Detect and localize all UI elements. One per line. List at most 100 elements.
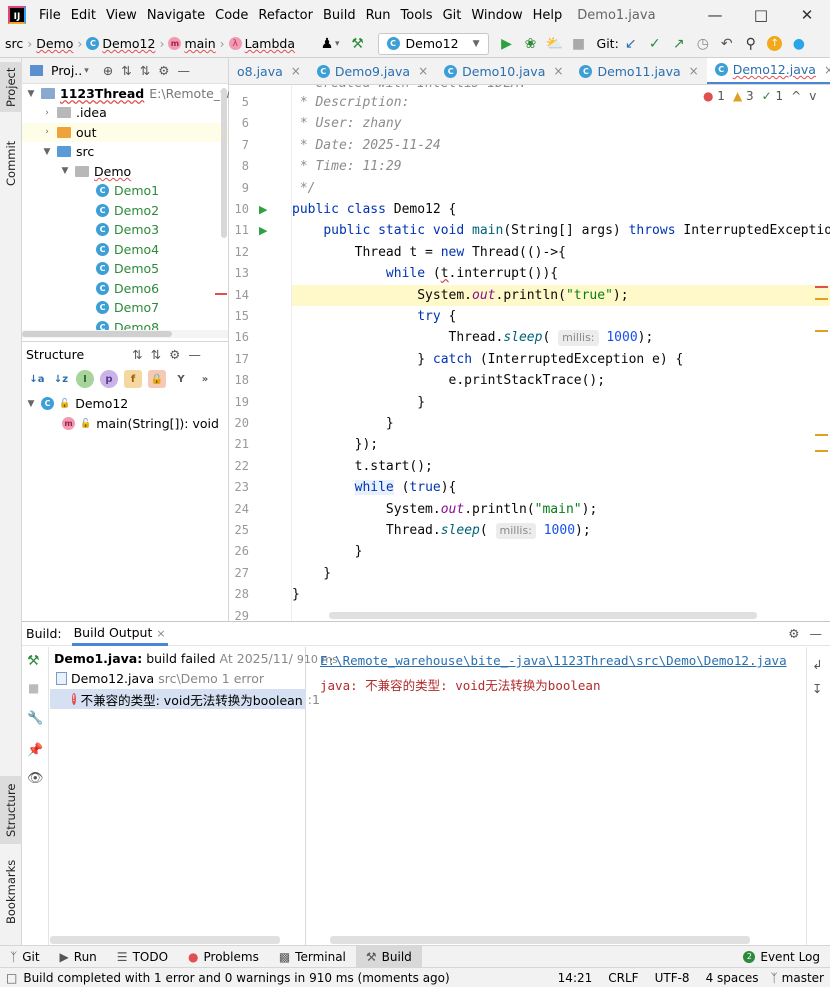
- show-non-public-icon[interactable]: 🔒: [148, 370, 166, 388]
- close-icon[interactable]: ×: [156, 627, 165, 640]
- menu-file[interactable]: File: [34, 8, 66, 23]
- status-toggle-icon[interactable]: □: [0, 971, 23, 985]
- collapse-all-icon[interactable]: ⇅: [151, 347, 161, 362]
- error-stripe-marker[interactable]: [815, 286, 828, 288]
- structure-method-node[interactable]: m 🔓 main(String[]): void: [62, 414, 219, 434]
- pin-icon[interactable]: 📌: [27, 743, 43, 758]
- bottom-tab-git[interactable]: ᛉ Git: [0, 946, 50, 968]
- tree-item-root[interactable]: ▼ 1123Thread E:\Remote_ware: [26, 84, 251, 104]
- git-branch[interactable]: master: [782, 971, 830, 985]
- wrench-icon[interactable]: 🔧: [27, 711, 43, 726]
- gear-icon[interactable]: ⚙: [158, 63, 169, 78]
- git-update-icon[interactable]: ↙: [619, 32, 643, 56]
- warning-stripe-marker[interactable]: [815, 434, 828, 436]
- tab-demo11[interactable]: C Demo11.java ×: [571, 58, 706, 84]
- gear-icon[interactable]: ⚙: [169, 347, 180, 362]
- more-options-icon[interactable]: »: [196, 370, 214, 388]
- vertical-scrollbar-thumb[interactable]: [221, 88, 227, 238]
- line-separator[interactable]: CRLF: [600, 971, 646, 985]
- menu-help[interactable]: Help: [528, 8, 568, 23]
- bottom-tab-run[interactable]: ▶ Run: [50, 946, 107, 968]
- bottom-tab-todo[interactable]: ☰ TODO: [107, 946, 178, 968]
- minimize-button[interactable]: —: [692, 0, 738, 30]
- tree-item-class[interactable]: C Demo3: [96, 220, 159, 240]
- build-console[interactable]: E:\Remote_warehouse\bite_-java\1123Threa…: [320, 647, 806, 946]
- run-gutter-icon[interactable]: ▶: [259, 224, 267, 237]
- tab-build-output[interactable]: Build Output ×: [71, 622, 168, 646]
- structure-class-node[interactable]: ▼ C 🔓 Demo12: [26, 394, 129, 414]
- bottom-tab-terminal[interactable]: ▩ Terminal: [269, 946, 356, 968]
- gear-icon[interactable]: ⚙: [788, 626, 799, 641]
- tree-item-idea[interactable]: › .idea: [42, 103, 107, 123]
- build-file-row[interactable]: Demo12.java src\Demo 1 error: [56, 671, 264, 686]
- sort-alpha-icon[interactable]: ↓z: [52, 370, 70, 388]
- updates-icon[interactable]: ↑: [763, 32, 787, 56]
- side-tab-bookmarks[interactable]: Bookmarks: [0, 856, 22, 928]
- event-log-button[interactable]: 2 Event Log: [733, 946, 830, 968]
- warning-stripe-marker[interactable]: [815, 298, 828, 300]
- menu-tools[interactable]: Tools: [396, 8, 438, 23]
- error-file-link[interactable]: E:\Remote_warehouse\bite_-java\1123Threa…: [320, 653, 787, 668]
- debug-icon[interactable]: ❀: [519, 32, 543, 56]
- warning-stripe-marker[interactable]: [815, 450, 828, 452]
- caret-position[interactable]: 14:21: [550, 971, 601, 985]
- scrollbar-thumb[interactable]: [22, 331, 172, 337]
- chevron-down-icon[interactable]: ▾: [84, 66, 89, 76]
- hide-icon[interactable]: —: [810, 626, 823, 641]
- breadcrumb-demo12[interactable]: C Demo12: [84, 36, 157, 51]
- menu-build[interactable]: Build: [318, 8, 361, 23]
- expand-all-icon[interactable]: ⇅: [121, 63, 131, 78]
- close-icon[interactable]: ×: [553, 64, 563, 78]
- side-tab-project[interactable]: Project: [0, 62, 22, 112]
- build-hammer-icon[interactable]: ⚒: [346, 32, 370, 56]
- rollback-icon[interactable]: ↶: [715, 32, 739, 56]
- run-gutter-icon[interactable]: ▶: [259, 203, 267, 216]
- status-message[interactable]: Build completed with 1 error and 0 warni…: [23, 971, 449, 985]
- tree-item-class[interactable]: C Demo1: [96, 181, 159, 201]
- stop-icon[interactable]: ■: [567, 32, 591, 56]
- eye-icon[interactable]: 👁: [27, 771, 44, 786]
- breadcrumb-src[interactable]: src: [3, 36, 25, 51]
- run-configuration-select[interactable]: C Demo12 ▼: [377, 32, 489, 55]
- tab-demo12[interactable]: CDemo12.java×: [706, 58, 830, 84]
- menu-view[interactable]: View: [101, 8, 142, 23]
- build-hammer-icon[interactable]: ⚒: [27, 653, 40, 669]
- jetbrains-toolbox-icon[interactable]: ●: [787, 32, 811, 56]
- maximize-button[interactable]: □: [738, 0, 784, 30]
- bottom-tab-build[interactable]: ⚒ Build: [355, 945, 422, 968]
- breadcrumb-lambda[interactable]: λ Lambda: [227, 36, 297, 51]
- coverage-icon[interactable]: ⛅: [543, 32, 567, 56]
- menu-code[interactable]: Code: [210, 8, 253, 23]
- build-error-row[interactable]: ! 不兼容的类型: void无法转换为boolean:1: [50, 689, 320, 709]
- code-area[interactable]: * Created with IntelliJ IDEA. * Descript…: [292, 85, 830, 621]
- menu-edit[interactable]: Edit: [66, 8, 101, 23]
- git-history-icon[interactable]: ◷: [691, 32, 715, 56]
- tree-item-demo[interactable]: ▼ Demo: [60, 162, 132, 182]
- expand-all-icon[interactable]: ⇅: [132, 347, 142, 362]
- tab-demo8[interactable]: o8.java ×: [229, 58, 309, 84]
- git-push-icon[interactable]: ↗: [667, 32, 691, 56]
- user-dropdown-chevron-icon[interactable]: ▾: [335, 39, 340, 49]
- horizontal-scrollbar-thumb[interactable]: [329, 612, 757, 619]
- menu-run[interactable]: Run: [361, 8, 396, 23]
- tree-item-src[interactable]: ▼ src: [42, 142, 95, 162]
- scroll-to-end-icon[interactable]: ↧: [812, 681, 822, 696]
- indent-setting[interactable]: 4 spaces: [698, 971, 767, 985]
- horizontal-scrollbar[interactable]: [22, 330, 228, 338]
- hide-icon[interactable]: —: [188, 347, 201, 362]
- horizontal-scrollbar-thumb[interactable]: [50, 936, 280, 944]
- horizontal-scrollbar-thumb[interactable]: [330, 936, 750, 944]
- stop-icon[interactable]: ■: [28, 681, 39, 695]
- tree-item-class[interactable]: C Demo7: [96, 298, 159, 318]
- run-icon[interactable]: ▶: [495, 32, 519, 56]
- warning-stripe-marker[interactable]: [815, 330, 828, 332]
- menu-window[interactable]: Window: [466, 8, 527, 23]
- tab-demo10[interactable]: C Demo10.java ×: [436, 58, 571, 84]
- close-window-button[interactable]: ✕: [784, 0, 830, 30]
- menu-git[interactable]: Git: [438, 8, 467, 23]
- hide-icon[interactable]: —: [177, 63, 190, 78]
- tree-item-class[interactable]: C Demo6: [96, 279, 159, 299]
- tree-item-out[interactable]: › out: [22, 122, 228, 142]
- collapse-all-icon[interactable]: ⇅: [140, 63, 150, 78]
- close-icon[interactable]: ×: [689, 64, 699, 78]
